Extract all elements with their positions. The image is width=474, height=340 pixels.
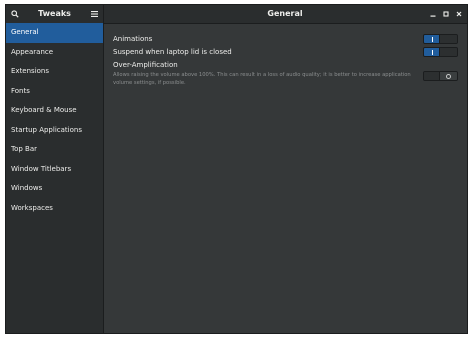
switch-on-icon — [432, 36, 433, 42]
minimize-button[interactable] — [426, 5, 439, 23]
switch-on-icon — [432, 49, 433, 55]
tweaks-window: Tweaks General General Appearance Extens… — [5, 4, 468, 334]
maximize-button[interactable] — [439, 5, 452, 23]
sidebar-item-keyboard-mouse[interactable]: Keyboard & Mouse — [6, 101, 103, 121]
switch-knob — [439, 35, 457, 43]
switch-off-icon — [446, 73, 451, 79]
search-button[interactable] — [6, 5, 24, 23]
sidebar-item-general[interactable]: General — [6, 23, 103, 43]
animations-label: Animations — [113, 35, 153, 43]
settings-panel: Animations Suspend when laptop lid is cl… — [104, 24, 467, 333]
sidebar-item-startup-applications[interactable]: Startup Applications — [6, 121, 103, 141]
sidebar-item-workspaces[interactable]: Workspaces — [6, 199, 103, 219]
sidebar-item-fonts[interactable]: Fonts — [6, 82, 103, 102]
page-title: General — [267, 9, 303, 18]
close-icon — [456, 11, 461, 17]
menu-button[interactable] — [85, 5, 103, 23]
close-button[interactable] — [452, 5, 465, 23]
sidebar-item-window-titlebars[interactable]: Window Titlebars — [6, 160, 103, 180]
sidebar: General Appearance Extensions Fonts Keyb… — [6, 23, 104, 333]
switch-knob — [439, 48, 457, 56]
over-amplification-switch[interactable] — [423, 71, 458, 81]
sidebar-item-extensions[interactable]: Extensions — [6, 62, 103, 82]
header-bar: Tweaks General — [6, 5, 467, 24]
app-title: Tweaks — [38, 9, 71, 18]
sidebar-item-windows[interactable]: Windows — [6, 179, 103, 199]
window-controls — [426, 5, 465, 23]
hamburger-menu-icon — [90, 11, 98, 17]
search-icon — [11, 10, 19, 18]
suspend-lid-switch[interactable] — [423, 47, 458, 57]
minimize-icon — [430, 15, 435, 17]
suspend-lid-label: Suspend when laptop lid is closed — [113, 48, 232, 56]
over-amplification-description: Allows raising the volume above 100%. Th… — [113, 72, 411, 86]
over-amplification-label: Over-Amplification — [113, 61, 178, 69]
animations-switch[interactable] — [423, 34, 458, 44]
switch-off-half — [439, 72, 457, 80]
sidebar-item-top-bar[interactable]: Top Bar — [6, 140, 103, 160]
maximize-icon — [442, 11, 449, 17]
sidebar-header: Tweaks — [6, 5, 104, 23]
sidebar-item-appearance[interactable]: Appearance — [6, 43, 103, 63]
